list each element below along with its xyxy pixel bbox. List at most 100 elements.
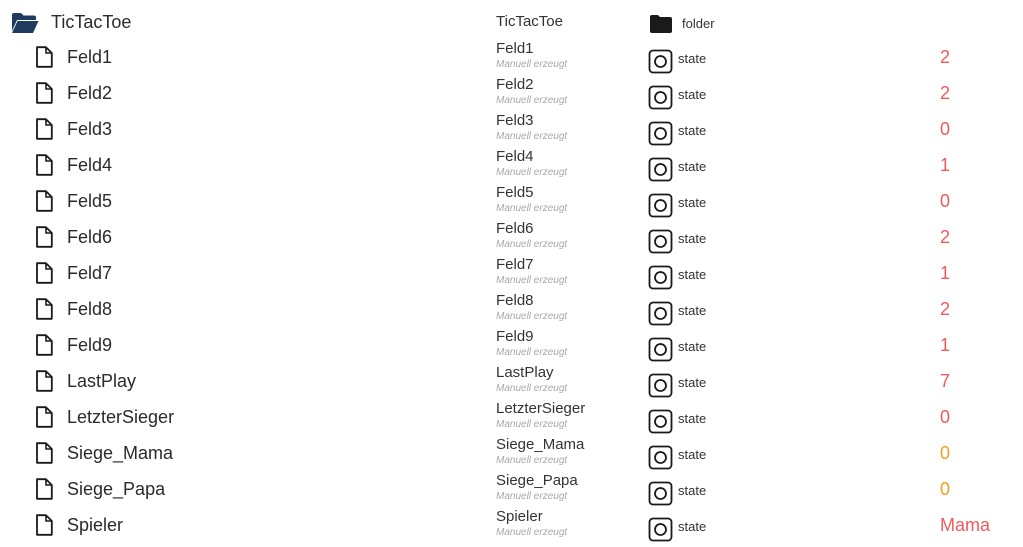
state-name: Feld3	[67, 119, 113, 139]
state-description: Manuell erzeugt	[496, 59, 568, 70]
state-title: Feld9	[496, 328, 534, 345]
state-value[interactable]: 1	[940, 263, 950, 284]
state-type-label: state	[678, 447, 707, 462]
folder-icon	[649, 14, 673, 34]
state-name: Feld9	[67, 335, 113, 355]
table-row[interactable]: Siege_Papa Siege_Papa Manuell erzeugt state…	[0, 470, 1023, 506]
state-value[interactable]: 2	[940, 47, 950, 68]
table-row[interactable]: LastPlay LastPlay Manuell erzeugt state 7	[0, 362, 1023, 398]
state-type-label: state	[678, 267, 707, 282]
file-icon	[35, 442, 53, 464]
state-description: Manuell erzeugt	[496, 275, 568, 286]
state-value[interactable]: 0	[940, 119, 950, 140]
state-name: Siege_Mama	[67, 443, 174, 463]
state-description: Manuell erzeugt	[496, 311, 568, 322]
table-row[interactable]: Feld2 Feld2 Manuell erzeugt state 2	[0, 74, 1023, 110]
file-icon	[35, 118, 53, 140]
state-type-label: state	[678, 303, 707, 318]
state-type-label: state	[678, 231, 707, 246]
state-value[interactable]: 7	[940, 371, 950, 392]
state-type-label: state	[678, 375, 707, 390]
state-value[interactable]: 0	[940, 191, 950, 212]
table-row[interactable]: Feld1 Feld1 Manuell erzeugt state 2	[0, 38, 1023, 74]
state-name: Feld8	[67, 299, 113, 319]
state-value[interactable]: 1	[940, 335, 950, 356]
object-tree: TicTacToe TicTacToe folder Feld1 Feld1 Man…	[0, 0, 1023, 545]
state-name: Feld5	[67, 191, 113, 211]
table-row[interactable]: Feld4 Feld4 Manuell erzeugt state 1	[0, 146, 1023, 182]
folder-type-label: folder	[682, 16, 715, 31]
file-icon	[35, 46, 53, 68]
state-name: Spieler	[67, 515, 124, 535]
state-title: Feld4	[496, 148, 534, 165]
state-type-icon	[648, 193, 673, 218]
state-value[interactable]: Mama	[940, 515, 990, 536]
table-row[interactable]: Feld8 Feld8 Manuell erzeugt state 2	[0, 290, 1023, 326]
state-description: Manuell erzeugt	[496, 419, 568, 430]
table-row[interactable]: Feld3 Feld3 Manuell erzeugt state 0	[0, 110, 1023, 146]
state-type-icon	[648, 445, 673, 470]
state-name: Siege_Papa	[67, 479, 166, 499]
state-description: Manuell erzeugt	[496, 95, 568, 106]
table-row[interactable]: Siege_Mama Siege_Mama Manuell erzeugt state…	[0, 434, 1023, 470]
state-type-label: state	[678, 483, 707, 498]
state-title: LetzterSieger	[496, 400, 586, 417]
table-row[interactable]: Feld6 Feld6 Manuell erzeugt state 2	[0, 218, 1023, 254]
table-row[interactable]: Feld9 Feld9 Manuell erzeugt state 1	[0, 326, 1023, 362]
state-type-label: state	[678, 519, 707, 534]
table-row[interactable]: Feld5 Feld5 Manuell erzeugt state 0	[0, 182, 1023, 218]
state-value[interactable]: 0	[940, 407, 950, 428]
state-description: Manuell erzeugt	[496, 239, 568, 250]
state-title: Feld5	[496, 184, 534, 201]
state-title: Feld2	[496, 76, 534, 93]
state-name: Feld1	[67, 47, 113, 67]
state-type-icon	[648, 157, 673, 182]
state-value[interactable]: 1	[940, 155, 950, 176]
state-type-label: state	[678, 411, 707, 426]
file-icon	[35, 298, 53, 320]
state-value[interactable]: 0	[940, 443, 950, 464]
state-type-icon	[648, 481, 673, 506]
state-description: Manuell erzeugt	[496, 203, 568, 214]
state-value[interactable]: 2	[940, 299, 950, 320]
state-type-icon	[648, 49, 673, 74]
state-title: Feld3	[496, 112, 534, 129]
state-type-label: state	[678, 159, 707, 174]
state-type-icon	[648, 265, 673, 290]
state-type-label: state	[678, 195, 707, 210]
state-type-icon	[648, 517, 673, 542]
state-value[interactable]: 2	[940, 227, 950, 248]
folder-row-tictactoe[interactable]: TicTacToe TicTacToe folder	[0, 2, 1023, 38]
table-row[interactable]: Feld7 Feld7 Manuell erzeugt state 1	[0, 254, 1023, 290]
file-icon	[35, 370, 53, 392]
state-title: Siege_Papa	[496, 472, 578, 489]
table-row[interactable]: Spieler Spieler Manuell erzeugt state Mama	[0, 506, 1023, 542]
state-name: Feld2	[67, 83, 113, 103]
file-icon	[35, 334, 53, 356]
state-name: Feld7	[67, 263, 113, 283]
state-title: Siege_Mama	[496, 436, 585, 453]
state-value[interactable]: 0	[940, 479, 950, 500]
state-type-label: state	[678, 51, 707, 66]
state-type-label: state	[678, 87, 707, 102]
folder-open-icon[interactable]	[11, 12, 39, 34]
folder-title: TicTacToe	[496, 13, 563, 30]
state-description: Manuell erzeugt	[496, 167, 568, 178]
state-description: Manuell erzeugt	[496, 131, 568, 142]
file-icon	[35, 262, 53, 284]
state-title: Feld6	[496, 220, 534, 237]
state-description: Manuell erzeugt	[496, 491, 568, 502]
state-type-label: state	[678, 339, 707, 354]
state-title: Feld8	[496, 292, 534, 309]
state-type-icon	[648, 301, 673, 326]
state-type-icon	[648, 409, 673, 434]
state-value[interactable]: 2	[940, 83, 950, 104]
state-name: Feld4	[67, 155, 113, 175]
state-description: Manuell erzeugt	[496, 455, 568, 466]
file-icon	[35, 154, 53, 176]
file-icon	[35, 226, 53, 248]
state-name: Feld6	[67, 227, 113, 247]
file-icon	[35, 514, 53, 536]
table-row[interactable]: LetzterSieger LetzterSieger Manuell erzeug…	[0, 398, 1023, 434]
state-type-label: state	[678, 123, 707, 138]
